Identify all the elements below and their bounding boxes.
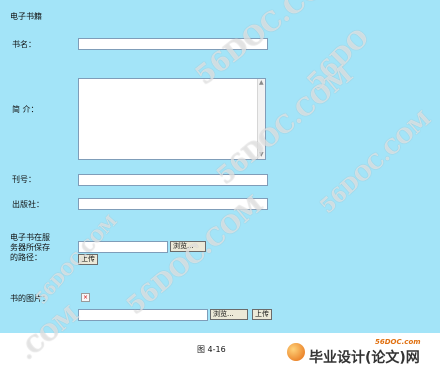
intro-scrollbar[interactable]: ▲ ▼ <box>257 79 265 159</box>
figure-caption: 图 4-16 <box>197 345 226 354</box>
book-name-label: 书名： <box>12 40 36 49</box>
broken-image-icon: × <box>81 293 90 302</box>
scroll-up-icon[interactable]: ▲ <box>259 80 264 86</box>
logo-emblem-icon <box>287 343 305 361</box>
server-path-label: 电子书在服务器所保存的路径： <box>10 233 50 262</box>
publisher-input[interactable] <box>78 198 268 210</box>
scroll-down-icon[interactable]: ▼ <box>259 152 264 158</box>
cover-image-browse-button[interactable]: 浏览... <box>210 309 248 320</box>
intro-label: 简 介： <box>12 105 39 114</box>
logo-title: 毕业设计(论文)网 <box>309 350 420 366</box>
site-logo: 56DOC.com 毕业设计(论文)网 <box>287 338 437 366</box>
logo-domain: 56DOC.com <box>375 338 421 346</box>
cover-image-upload-button[interactable]: 上传 <box>252 309 272 320</box>
cover-image-label: 书的图片： <box>10 294 50 303</box>
server-path-browse-button[interactable]: 浏览... <box>170 241 206 252</box>
issue-no-label: 刊号： <box>12 175 36 184</box>
cover-image-input[interactable] <box>78 309 208 321</box>
publisher-label: 出版社： <box>12 200 44 209</box>
book-name-input[interactable] <box>78 38 268 50</box>
server-path-input[interactable] <box>78 241 168 253</box>
intro-textarea[interactable]: ▲ ▼ <box>78 78 266 160</box>
server-path-upload-button[interactable]: 上传 <box>78 254 98 265</box>
form-panel: 电子书籍 书名： 简 介： ▲ ▼ 刊号： 出版社： 电子书在服务器所保存的路径… <box>0 0 440 333</box>
issue-no-input[interactable] <box>78 174 268 186</box>
form-title: 电子书籍 <box>10 12 42 21</box>
